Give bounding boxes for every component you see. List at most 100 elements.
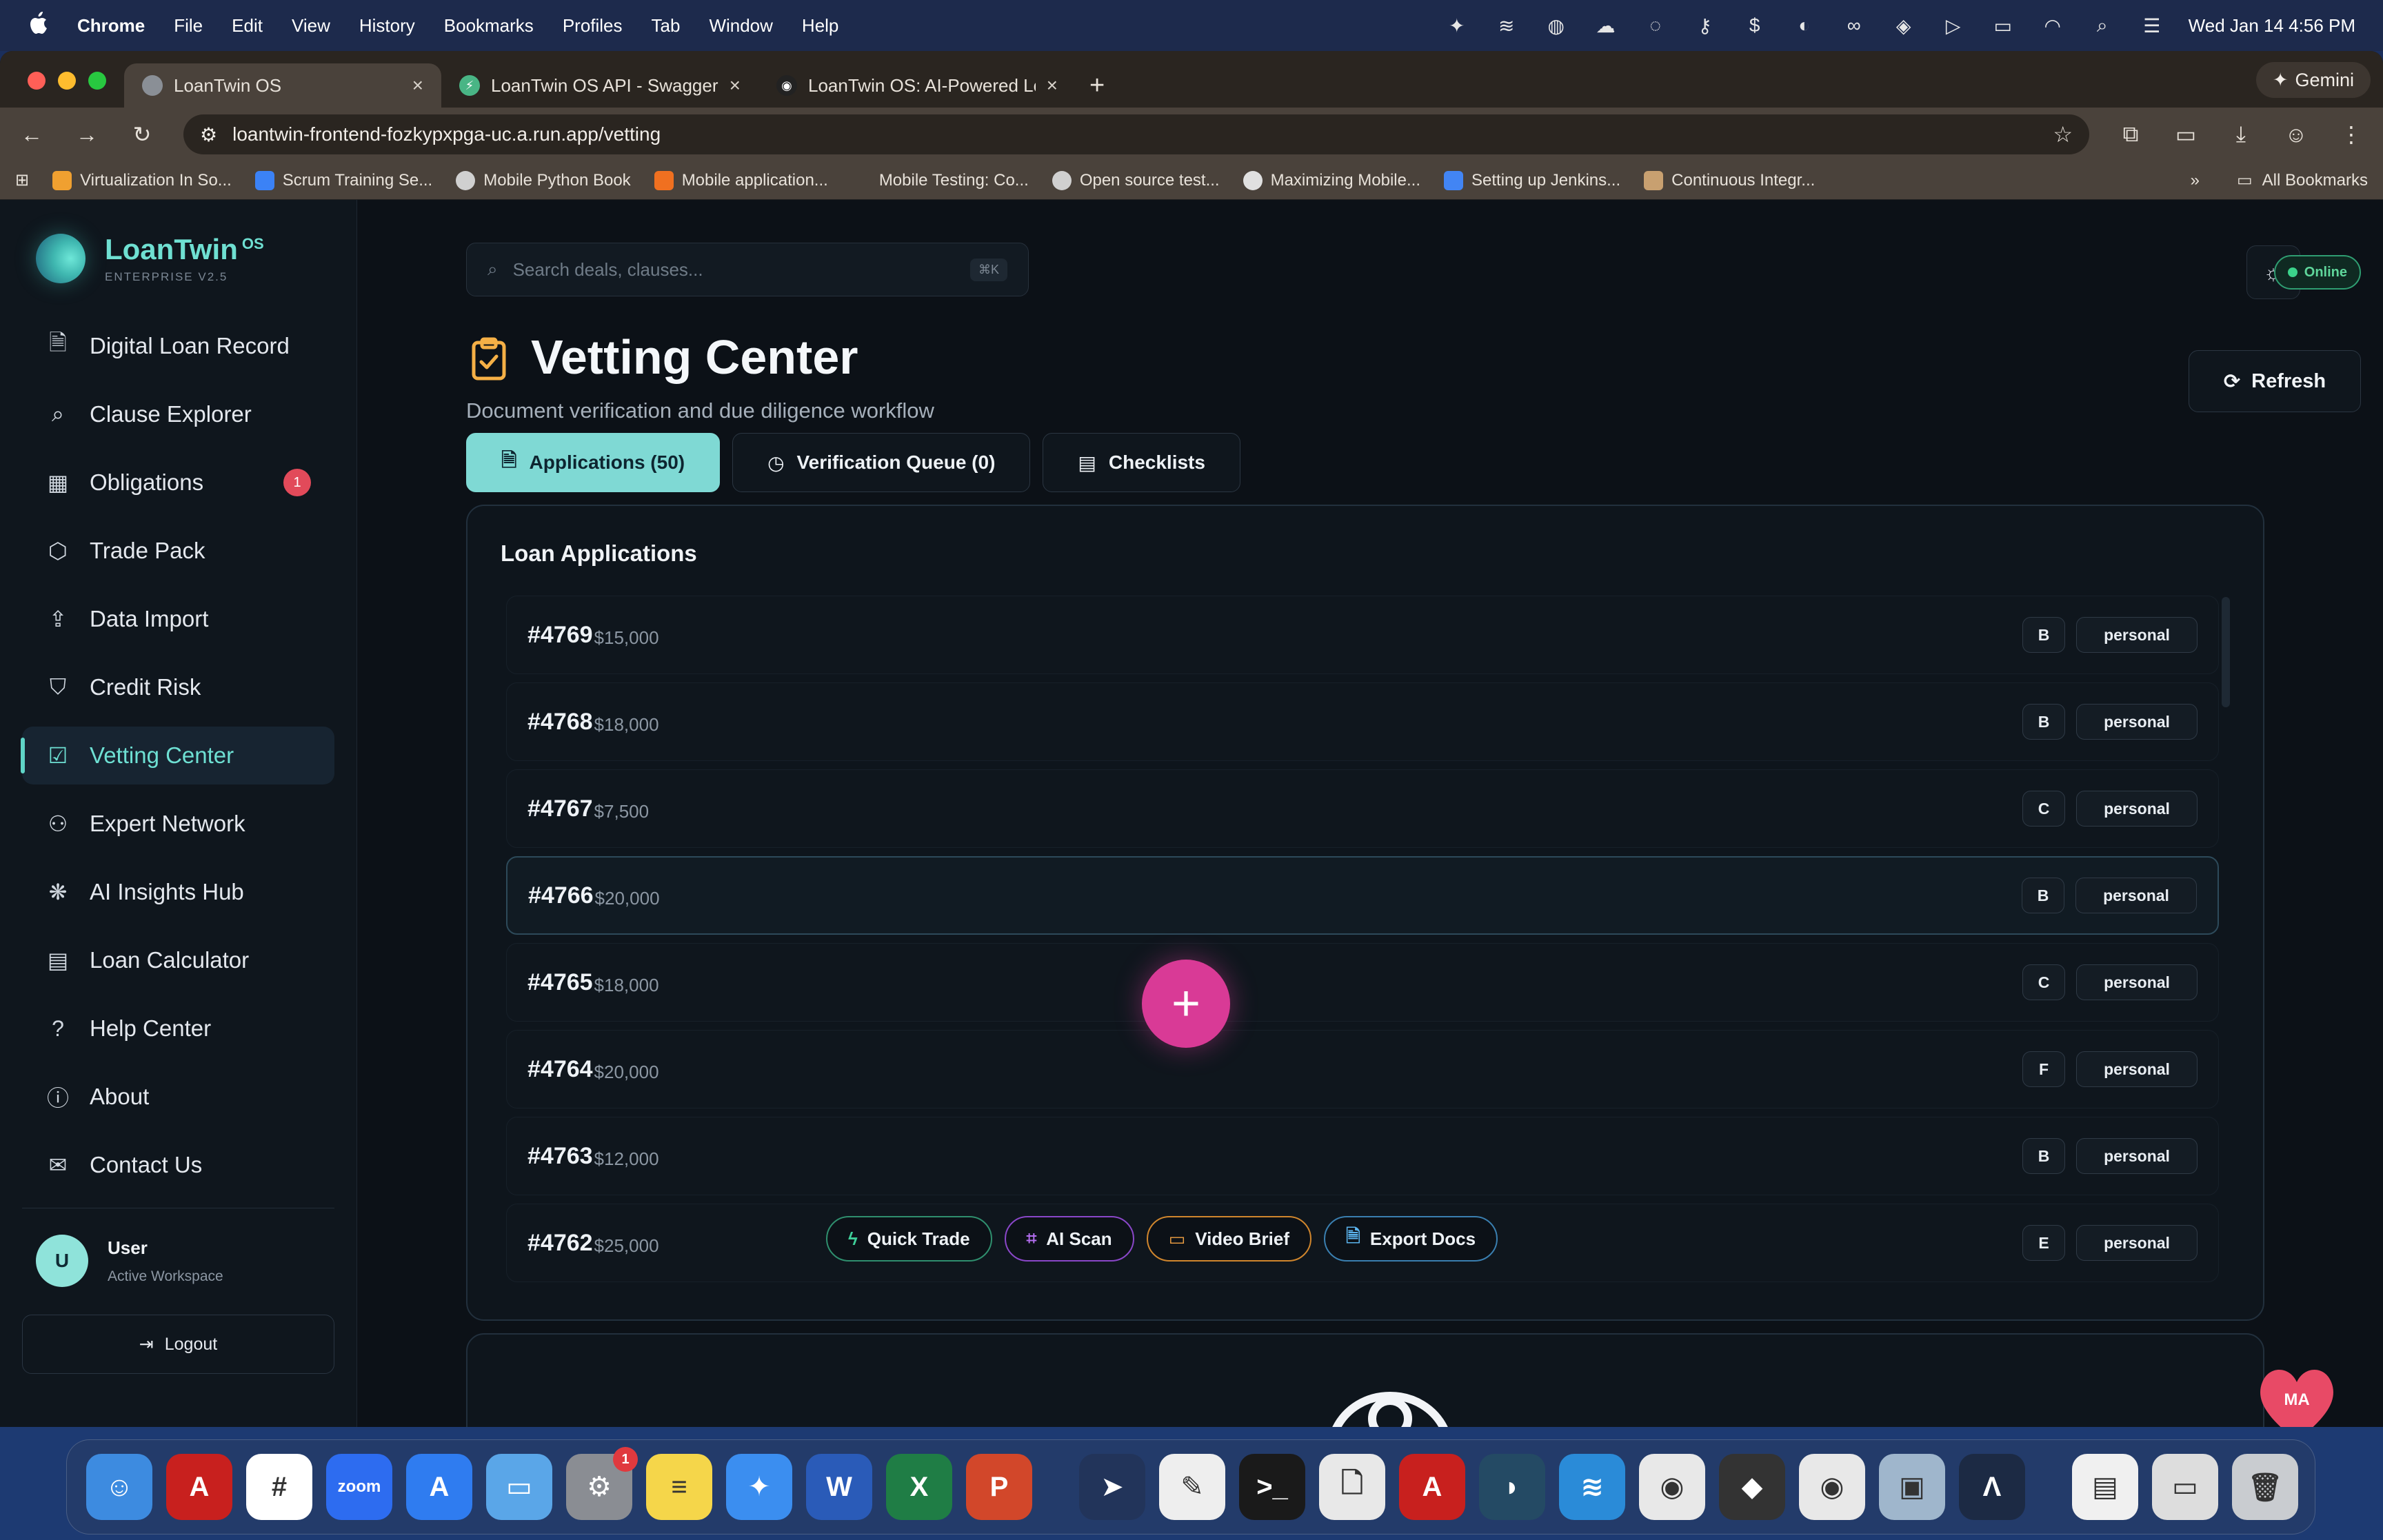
refresh-button[interactable]: ⟳ Refresh [2189,350,2361,412]
app-store-dock-icon[interactable]: A [406,1454,472,1520]
docker-status-icon[interactable]: ≋ [1494,12,1520,39]
menubar-clock[interactable]: Wed Jan 14 4:56 PM [2189,15,2355,37]
chrome-2-dock-icon[interactable]: ◉ [1799,1454,1865,1520]
close-tab-icon[interactable]: × [412,74,423,97]
applications-list[interactable]: #4769 $15,000 Bpersonal #4768 $18,000 Bperson… [506,596,2219,1306]
key-status-icon[interactable]: ⚷ [1692,12,1718,39]
word-dock-icon[interactable]: W [806,1454,872,1520]
menu-bookmarks[interactable]: Bookmarks [444,15,534,37]
sidebar-item-ai-insights-hub[interactable]: ❋ AI Insights Hub [22,863,334,921]
bookmark-star-icon[interactable]: ☆ [2053,121,2073,148]
bookmark-item[interactable]: Mobile Python Book [456,170,631,190]
sidebar-item-vetting-center[interactable]: ☑ Vetting Center [21,727,334,784]
sidebar-item-expert-network[interactable]: ⚇ Expert Network [22,795,334,853]
globe-status-icon[interactable]: ◍ [1543,12,1569,39]
bookmark-item[interactable]: Virtualization In So... [52,170,232,190]
sidebar-item-about[interactable]: ⓘ About [22,1068,334,1126]
spiral-status-icon[interactable]: ◌ [1642,12,1669,39]
play-status-icon[interactable]: ▷ [1940,12,1967,39]
link-status-icon[interactable]: ∞ [1841,12,1867,39]
logout-button[interactable]: ⇥ Logout [22,1315,334,1374]
tab-verification-queue[interactable]: ◷ Verification Queue (0) [732,433,1031,492]
system-settings-dock-icon[interactable]: ⚙ 1 [566,1447,638,1520]
zoom-window-button[interactable] [88,72,106,90]
download-icon[interactable]: ⤓ [2227,121,2255,148]
sidebar-app-dock-icon[interactable]: ▭ [486,1454,552,1520]
bookmark-item[interactable]: Open source test... [1052,170,1220,190]
chrome-dock-icon[interactable]: ◉ [1639,1454,1705,1520]
world-status-icon[interactable]: ◐ [1791,12,1818,39]
tab-checklists[interactable]: ▤ Checklists [1043,433,1240,492]
address-bar[interactable]: ⚙ loantwin-frontend-fozkypxpga-uc.a.run.… [183,114,2089,154]
menu-view[interactable]: View [292,15,330,37]
ai-scan-button[interactable]: ⌗ AI Scan [1004,1216,1134,1262]
sidebar-item-loan-calculator[interactable]: ▤ Loan Calculator [22,931,334,989]
close-tab-icon[interactable]: × [1047,74,1058,97]
wifi-icon[interactable]: ◠ [2040,12,2066,39]
notes-dock-icon[interactable]: ≡ [646,1454,712,1520]
loan-application-row[interactable]: #4764 $20,000 Fpersonal [506,1030,2219,1108]
dollar-status-icon[interactable]: $ [1742,12,1768,39]
safari-dock-icon[interactable]: ✦ [726,1454,792,1520]
control-center-icon[interactable]: ☰ [2139,12,2165,39]
search-bar[interactable]: ⌕ Search deals, clauses... ⌘K [466,243,1029,296]
sparkle-status-icon[interactable]: ✦ [1444,12,1470,39]
files-dock-icon[interactable]: 🗋 [1319,1454,1385,1520]
loan-application-row[interactable]: #4766 $20,000 Bpersonal [506,856,2219,935]
sidebar-item-clause-explorer[interactable]: ⌕ Clause Explorer [22,385,334,443]
loan-application-row[interactable]: #4769 $15,000 Bpersonal [506,596,2219,674]
all-bookmarks-button[interactable]: All Bookmarks [2262,171,2368,190]
menu-help[interactable]: Help [802,15,838,37]
wireshark-dock-icon[interactable]: ◗ [1479,1454,1545,1520]
apple-menu-icon[interactable] [28,11,48,41]
telegram-app-dock-icon[interactable]: ➤ [1079,1454,1145,1520]
url-text[interactable]: loantwin-frontend-fozkypxpga-uc.a.run.ap… [232,123,661,145]
terminal-dock-icon[interactable]: >_ [1239,1454,1305,1520]
bookmark-item[interactable]: Mobile application... [654,170,828,190]
list-scrollbar[interactable] [2222,597,2230,707]
menu-profiles[interactable]: Profiles [563,15,623,37]
forward-arrow-icon[interactable]: → [73,122,101,148]
acrobat-2-dock-icon[interactable]: A [1399,1454,1465,1520]
cast-icon[interactable]: ▭ [2172,121,2200,148]
excel-dock-icon[interactable]: X [886,1454,952,1520]
sidebar-item-digital-loan-record[interactable]: 🗎 Digital Loan Record [22,317,334,375]
powerpoint-dock-icon[interactable]: P [966,1454,1032,1520]
add-fab-button[interactable]: + [1142,960,1230,1048]
acrobat-dock-icon[interactable]: A [166,1454,232,1520]
bookmark-item[interactable]: Maximizing Mobile... [1243,170,1420,190]
close-tab-icon[interactable]: × [730,74,741,97]
video-brief-button[interactable]: ▭ Video Brief [1146,1216,1311,1262]
quick-trade-button[interactable]: ϟ Quick Trade [826,1216,992,1262]
docker-dock-icon[interactable]: ≋ [1559,1454,1625,1520]
loan-application-row[interactable]: #4768 $18,000 Bpersonal [506,682,2219,761]
loan-application-row[interactable]: #4767 $7,500 Cpersonal [506,769,2219,848]
bookmark-item[interactable]: Scrum Training Se... [254,170,432,190]
zoom-dock-icon[interactable]: zoom [326,1454,392,1520]
loan-application-row[interactable]: #4763 $12,000 Bpersonal [506,1117,2219,1195]
preview-dock-icon[interactable]: ▣ [1879,1454,1945,1520]
browser-tab-swagger[interactable]: ⚡ LoanTwin OS API - Swagger U × [441,63,758,108]
assistant-heart-button[interactable]: MA [2252,1358,2342,1427]
menu-tab[interactable]: Tab [652,15,681,37]
apps-grid-icon[interactable]: ⊞ [15,170,29,190]
extensions-icon[interactable]: ⧉ [2117,121,2144,148]
loan-application-row[interactable]: #4765 $18,000 Cpersonal [506,943,2219,1022]
sidebar-item-help-center[interactable]: ? Help Center [22,1000,334,1057]
gemini-button[interactable]: ✦ Gemini [2255,62,2371,98]
sidebar-item-contact-us[interactable]: ✉ Contact Us [22,1136,334,1194]
sidebar-item-credit-risk[interactable]: ⛉ Credit Risk [22,658,334,716]
browser-tab-ai[interactable]: ◉ LoanTwin OS: AI-Powered Loa × [758,63,1076,108]
minimize-window-button[interactable] [58,72,76,90]
trash-dock-icon[interactable]: 🗑 [2232,1454,2298,1520]
menu-window[interactable]: Window [709,15,772,37]
menu-history[interactable]: History [359,15,415,37]
kebab-menu-icon[interactable]: ⋮ [2337,121,2365,148]
finder-dock-icon[interactable]: ☺ [86,1454,152,1520]
textedit-dock-icon[interactable]: ✎ [1159,1454,1225,1520]
slack-dock-icon[interactable]: # [246,1454,312,1520]
document-stack-dock-icon[interactable]: ▤ [2072,1454,2138,1520]
browser-tab-loantwin[interactable]: LoanTwin OS × [124,63,441,108]
tab-applications[interactable]: 🗎 Applications (50) [466,433,721,492]
search-input[interactable]: Search deals, clauses... [513,259,703,281]
